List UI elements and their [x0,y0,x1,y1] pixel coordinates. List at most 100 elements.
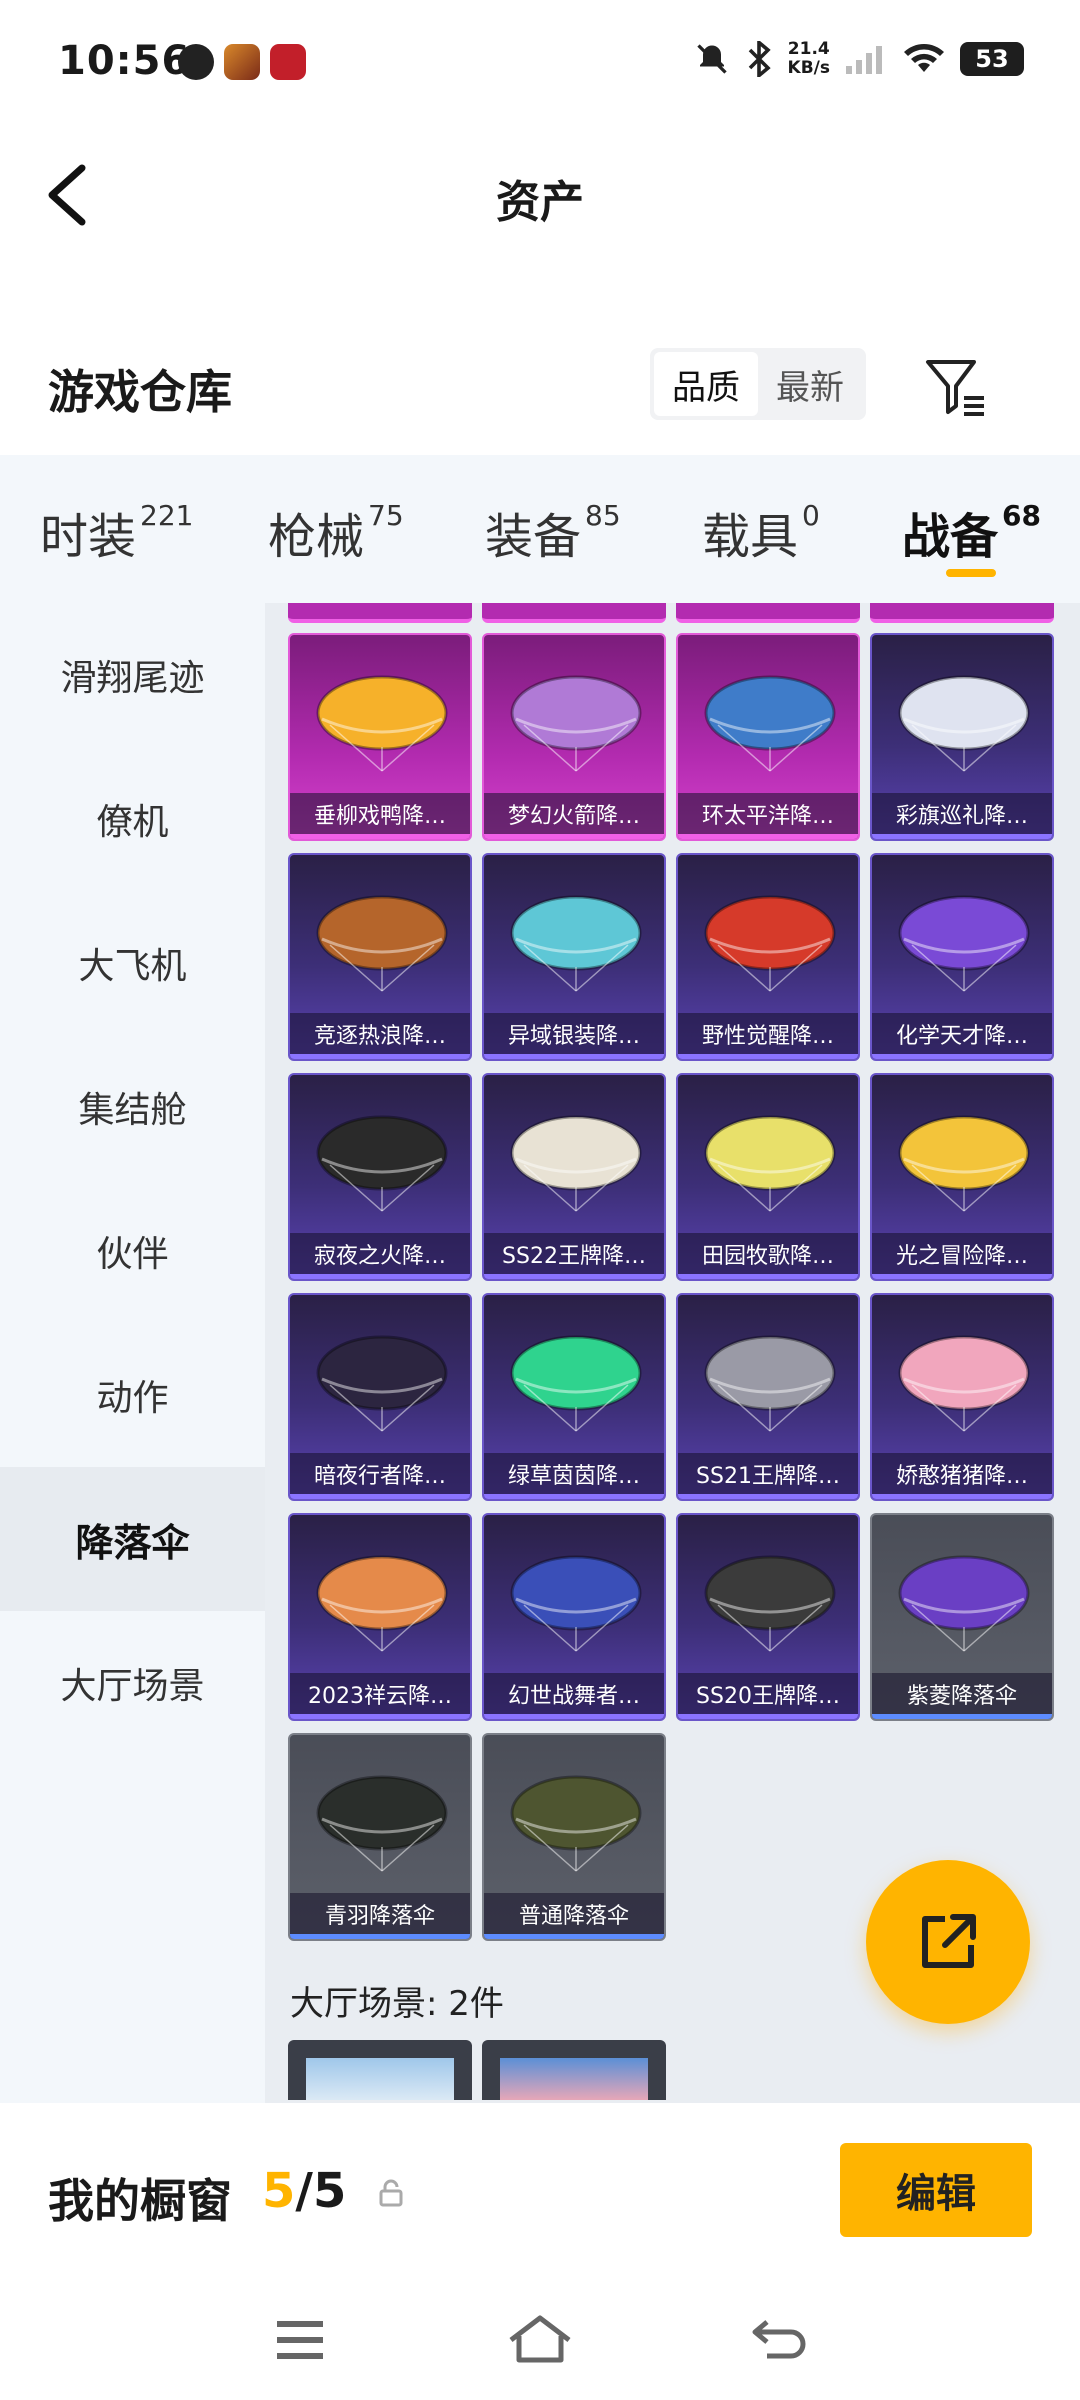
parachute-item-card[interactable]: 紫菱降落伞 [870,1513,1054,1721]
app-notification-icon-red [270,44,306,80]
item-name: 环太平洋降… [678,793,858,839]
category-tabs: 时装 221 枪械 75 装备 85 载具 0 战备 68 [0,455,1080,603]
parachute-item-card[interactable]: 幻世战舞者… [482,1513,666,1721]
side-item-partner[interactable]: 伙伴 [0,1179,265,1323]
side-item-wingman[interactable]: 僚机 [0,747,265,891]
parachute-item-card[interactable]: 彩旗巡礼降… [870,633,1054,841]
item-name: 幻世战舞者… [484,1673,664,1719]
side-item-lobby-scene[interactable]: 大厅场景 [0,1611,265,1755]
parachute-item-card[interactable]: 暗夜行者降… [288,1293,472,1501]
parachute-item-card[interactable]: SS20王牌降… [676,1513,860,1721]
parachute-icon [704,1115,836,1212]
item-name: 暗夜行者降… [290,1453,470,1499]
parachute-icon [510,675,642,772]
item-name: 化学天才降… [872,1013,1052,1059]
item-name: 光之冒险降… [872,1233,1052,1279]
sort-toggle: 品质 最新 [650,348,866,420]
active-tab-indicator [946,569,996,577]
tab-vehicles[interactable]: 载具 0 [702,497,820,567]
signal-icon [846,46,882,74]
warehouse-title: 游戏仓库 [48,365,232,419]
home-icon[interactable] [505,2310,575,2370]
item-name: 梦幻火箭降… [484,793,664,839]
lobby-scene-thumbnail[interactable] [288,2040,472,2100]
system-navigation-bar [0,2290,1080,2400]
parachute-icon [704,1555,836,1652]
item-name: 青羽降落伞 [290,1893,470,1939]
side-item-parachute[interactable]: 降落伞 [0,1467,265,1611]
parachute-item-card[interactable]: 异域银装降… [482,853,666,1061]
parachute-icon [704,1335,836,1432]
parachute-icon [510,1115,642,1212]
parachute-icon [316,1775,448,1872]
parachute-icon [510,1775,642,1872]
sort-option-quality[interactable]: 品质 [654,352,758,416]
share-button[interactable] [866,1860,1030,2024]
sort-option-newest[interactable]: 最新 [758,352,862,416]
parachute-icon [316,1555,448,1652]
network-speed: 21.4 KB/s [787,39,830,78]
edit-button[interactable]: 编辑 [840,2143,1032,2237]
side-item-pod[interactable]: 集结舱 [0,1035,265,1179]
parachute-icon [510,1335,642,1432]
side-menu: 滑翔尾迹 僚机 大飞机 集结舱 伙伴 动作 降落伞 大厅场景 [0,603,265,2103]
item-name: 垂柳戏鸭降… [290,793,470,839]
parachute-item-card[interactable]: 普通降落伞 [482,1733,666,1941]
menu-icon[interactable] [265,2310,335,2370]
parachute-icon [316,675,448,772]
app-notification-icon [178,44,214,80]
item-name: 寂夜之火降… [290,1233,470,1279]
item-name: SS21王牌降… [678,1453,858,1499]
wifi-icon [904,44,944,72]
item-name: 野性觉醒降… [678,1013,858,1059]
back-nav-icon[interactable] [745,2310,815,2370]
item-name: 异域银装降… [484,1013,664,1059]
parachute-icon [704,895,836,992]
parachute-item-card[interactable]: 绿草茵茵降… [482,1293,666,1501]
top-navigation-bar: 资产 [0,130,1080,260]
lobby-scene-thumbnail[interactable] [482,2040,666,2100]
parachute-item-card[interactable]: 寂夜之火降… [288,1073,472,1281]
parachute-item-card[interactable]: 2023祥云降… [288,1513,472,1721]
parachute-icon [510,895,642,992]
item-name: 田园牧歌降… [678,1233,858,1279]
showcase-count: 5/5 [262,2163,347,2219]
share-external-icon [922,1914,976,1968]
parachute-item-card[interactable]: 化学天才降… [870,853,1054,1061]
side-item-airplane[interactable]: 大飞机 [0,891,265,1035]
bluetooth-icon [748,41,771,77]
parachute-item-card[interactable]: 垂柳戏鸭降… [288,633,472,841]
game-notification-icon [224,44,260,80]
parachute-item-card[interactable]: SS22王牌降… [482,1073,666,1281]
parachute-item-card[interactable]: 野性觉醒降… [676,853,860,1061]
parachute-icon [898,1335,1030,1432]
tab-combat-gear[interactable]: 战备 68 [902,497,1041,567]
item-name: 2023祥云降… [290,1673,470,1719]
mute-bell-icon [696,44,727,74]
lobby-scene-count: 大厅场景: 2件 [290,1984,504,2024]
item-card-partial [676,603,860,623]
item-card-partial [288,603,472,623]
parachute-item-card[interactable]: 光之冒险降… [870,1073,1054,1281]
parachute-icon [316,1115,448,1212]
parachute-item-card[interactable]: SS21王牌降… [676,1293,860,1501]
tab-equipment[interactable]: 装备 85 [485,497,621,567]
tab-fashion[interactable]: 时装 221 [40,497,193,567]
page-title: 资产 [496,177,584,228]
item-name: SS22王牌降… [484,1233,664,1279]
showcase-label: 我的橱窗 [48,2174,232,2228]
parachute-item-card[interactable]: 梦幻火箭降… [482,633,666,841]
filter-icon[interactable] [922,354,988,420]
parachute-item-card[interactable]: 竞逐热浪降… [288,853,472,1061]
parachute-item-card[interactable]: 环太平洋降… [676,633,860,841]
tab-weapons[interactable]: 枪械 75 [268,497,404,567]
item-card-partial [870,603,1054,623]
lock-icon [379,2179,403,2207]
parachute-item-card[interactable]: 田园牧歌降… [676,1073,860,1281]
side-item-glide-trail[interactable]: 滑翔尾迹 [0,603,265,747]
parachute-item-card[interactable]: 青羽降落伞 [288,1733,472,1941]
parachute-item-card[interactable]: 娇憨猪猪降… [870,1293,1054,1501]
side-item-emote[interactable]: 动作 [0,1323,265,1467]
item-name: SS20王牌降… [678,1673,858,1719]
item-name: 绿草茵茵降… [484,1453,664,1499]
